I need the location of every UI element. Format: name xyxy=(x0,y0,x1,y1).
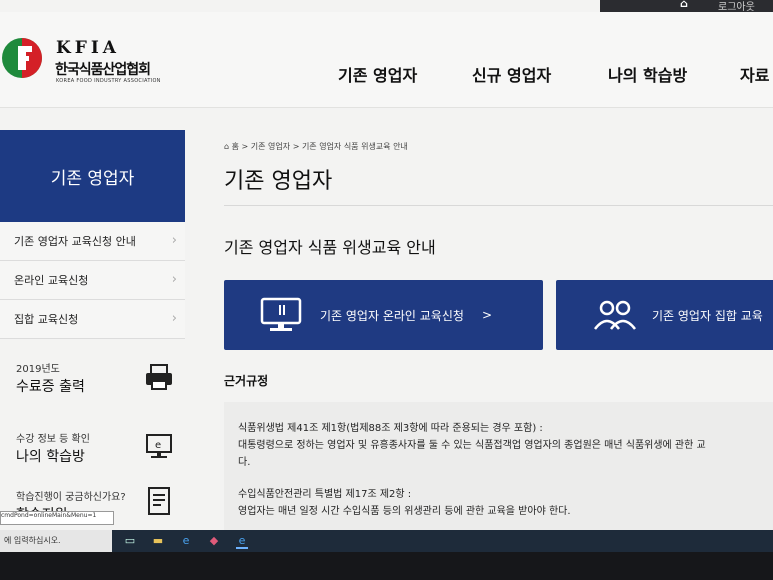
nav-resources[interactable]: 자료 xyxy=(740,62,769,86)
document-icon xyxy=(148,487,170,515)
section-subtitle: 기존 영업자 식품 위생교육 안내 xyxy=(224,238,436,257)
logo-english: KFIA xyxy=(56,38,120,58)
site-header: KFIA 한국식품산업협회 KOREA FOOD INDUSTRY ASSOCI… xyxy=(0,12,773,108)
nav-existing-operators[interactable]: 기존 영업자 xyxy=(338,62,417,86)
chevron-right-icon: › xyxy=(171,272,177,287)
sidebar-title-text: 기존 영업자 xyxy=(50,168,135,189)
people-icon xyxy=(594,300,636,330)
logo-subtitle: KOREA FOOD INDUSTRY ASSOCIATION xyxy=(56,78,161,84)
box-title: 수료증 출력 xyxy=(16,379,85,395)
breadcrumb: ⌂ 홈 > 기존 영업자 > 기존 영업자 식품 위생교육 안내 xyxy=(224,141,408,152)
windows-taskbar xyxy=(0,530,773,552)
app-icon[interactable]: ◆ xyxy=(208,535,220,547)
sidebar-item-online[interactable]: 온라인 교육신청 › xyxy=(0,261,185,300)
nav-my-learning[interactable]: 나의 학습방 xyxy=(608,62,687,86)
law1-title: 식품위생법 제41조 제1항(법제88조 제3항에 따라 준용되는 경우 포함)… xyxy=(238,423,543,434)
sidebar-item-label: 온라인 교육신청 xyxy=(14,274,89,287)
box-caption: 수강 정보 등 확인 xyxy=(16,434,90,445)
breadcrumb-home[interactable]: 홈 xyxy=(232,142,239,151)
breadcrumb-level2[interactable]: 기존 영업자 식품 위생교육 안내 xyxy=(302,142,408,151)
svg-text:e: e xyxy=(155,440,161,451)
monitor-icon: e xyxy=(146,434,172,458)
computer-icon xyxy=(260,297,302,331)
law2-body: 영업자는 매년 일정 시간 수입식품 등의 위생관리 등에 관한 교육을 받아야… xyxy=(238,506,571,517)
breadcrumb-separator: > xyxy=(241,142,251,151)
online-apply-label: 기존 영업자 온라인 교육신청 xyxy=(320,308,464,323)
group-apply-label: 기존 영업자 집합 교육 xyxy=(652,308,763,323)
logo-mark-icon xyxy=(2,38,42,78)
monitor-bezel xyxy=(0,552,773,580)
law1-body-end: 다. xyxy=(238,457,251,468)
nav-new-operators[interactable]: 신규 영업자 xyxy=(472,62,551,86)
site-logo[interactable]: KFIA 한국식품산업협회 KOREA FOOD INDUSTRY ASSOCI… xyxy=(0,22,200,92)
sidebar-menu: 기존 영업자 교육신청 안내 › 온라인 교육신청 › 집합 교육신청 › xyxy=(0,222,185,339)
page-title: 기존 영업자 xyxy=(224,169,333,194)
sidebar-title: 기존 영업자 xyxy=(0,130,185,222)
sidebar-item-label: 기존 영업자 교육신청 안내 xyxy=(14,235,136,248)
internet-explorer-icon[interactable]: e xyxy=(236,535,248,549)
home-icon[interactable]: ⌂ xyxy=(224,142,229,151)
printer-icon xyxy=(146,364,172,390)
breadcrumb-separator: > xyxy=(292,142,302,151)
title-divider xyxy=(224,205,773,206)
box-caption: 학습진행이 궁금하신가요? xyxy=(16,492,126,503)
regulation-heading: 근거규정 xyxy=(224,374,269,388)
file-explorer-icon[interactable]: ▬ xyxy=(152,535,164,547)
sidebar-item-group[interactable]: 집합 교육신청 › xyxy=(0,300,185,339)
top-utility-bar: ⌂ 로그아웃 xyxy=(600,0,773,13)
sidebar-item-label: 집합 교육신청 xyxy=(14,313,79,326)
group-apply-button[interactable]: 기존 영업자 집합 교육 xyxy=(556,280,773,350)
box-caption: 2019년도 xyxy=(16,364,60,375)
online-apply-button[interactable]: 기존 영업자 온라인 교육신청 > xyxy=(224,280,543,350)
law1-body: 대통령령으로 정하는 영업자 및 유흥종사자를 둘 수 있는 식품접객업 영업자… xyxy=(238,440,706,451)
breadcrumb-level1[interactable]: 기존 영업자 xyxy=(251,142,290,151)
logo-korean: 한국식품산업협회 xyxy=(55,62,151,78)
chevron-right-icon: › xyxy=(171,311,177,326)
sidebar-item-guide[interactable]: 기존 영업자 교육신청 안내 › xyxy=(0,222,185,261)
law2-title: 수입식품안전관리 특별법 제17조 제2항 : xyxy=(238,489,412,500)
task-view-icon[interactable]: ▭ xyxy=(124,535,136,547)
status-url-tooltip: cmdPond=onlineMain&Menu=1 xyxy=(0,511,114,525)
browser-screen: ⌂ 로그아웃 KFIA 한국식품산업협회 KOREA FOOD INDUSTRY… xyxy=(0,0,773,530)
taskbar-search-input[interactable]: 에 입력하십시오. xyxy=(0,530,112,552)
edge-icon[interactable]: e xyxy=(180,535,192,547)
home-icon[interactable]: ⌂ xyxy=(680,0,688,10)
arrow-right-icon: > xyxy=(481,308,492,322)
regulation-box: 식품위생법 제41조 제1항(법제88조 제3항에 따라 준용되는 경우 포함)… xyxy=(224,402,773,530)
chevron-right-icon: › xyxy=(171,233,177,248)
box-title: 나의 학습방 xyxy=(16,449,85,465)
certificate-print-box[interactable]: 2019년도 수료증 출력 xyxy=(0,350,185,421)
